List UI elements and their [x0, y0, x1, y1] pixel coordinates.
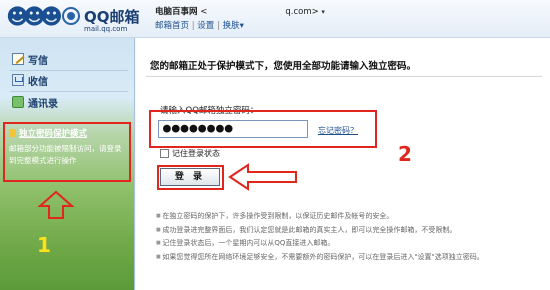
account-name: 电脑百事网	[155, 7, 198, 17]
header-bar: ☻☻☻ QQ邮箱 mail.qq.com 电脑百事网 < q.com> ▾ 邮箱首…	[0, 0, 550, 38]
main-panel: 您的邮箱正处于保护模式下，您使用全部功能请输入独立密码。 请输入QQ邮箱独立密码…	[136, 38, 550, 290]
link-separator: |	[217, 21, 220, 31]
brand-domain: mail.qq.com	[84, 25, 128, 33]
tip-item: 在独立密码的保护下，许多操作受到限制，以保证历史邮件及帐号的安全。	[156, 210, 546, 224]
globe-logo-icon	[62, 7, 80, 25]
link-change-skin[interactable]: 换肤	[223, 21, 240, 31]
account-info: 电脑百事网 < q.com> ▾	[155, 5, 325, 17]
tip-item: 成功登录进完整界面后，我们认定您就是此邮箱的真实主人，即可以完全操作邮箱，不受限…	[156, 224, 546, 238]
contacts-icon	[12, 96, 24, 108]
protect-mode-notice: 独立密码保护模式 邮箱部分功能被限制访问，请登录到完整模式进行操作	[3, 122, 131, 182]
qq-mail-logo[interactable]: ☻☻☻ QQ邮箱 mail.qq.com	[6, 3, 146, 35]
inbox-icon	[12, 74, 24, 86]
brand-name: QQ邮箱	[84, 8, 140, 26]
annotation-number-2: 2	[398, 142, 412, 166]
protect-mode-title: 独立密码保护模式	[19, 129, 88, 139]
top-links: 邮箱首页 | 设置 | 换肤▾	[155, 19, 244, 31]
login-button[interactable]: 登 录	[160, 168, 220, 186]
remember-login-option[interactable]: 记住登录状态	[160, 148, 220, 159]
sidebar-item-inbox[interactable]: 收信	[12, 71, 48, 89]
account-dropdown-icon[interactable]: ▾	[321, 8, 325, 16]
skin-dropdown-icon[interactable]: ▾	[240, 21, 244, 31]
link-settings[interactable]: 设置	[197, 21, 214, 31]
annotation-arrow-left-icon	[228, 163, 297, 191]
annotation-number-1: 1	[37, 233, 51, 257]
page-title: 您的邮箱正处于保护模式下，您使用全部功能请输入独立密码。	[150, 61, 417, 72]
divider	[10, 91, 128, 92]
sidebar-item-label: 收信	[28, 76, 48, 88]
sidebar: 写信 收信 通讯录 独立密码保护模式 邮箱部分功能被限制访问，请登录到完整模式进…	[0, 38, 135, 290]
lock-icon	[9, 129, 16, 137]
link-separator: |	[191, 21, 195, 31]
tips-list: 在独立密码的保护下，许多操作受到限制，以保证历史邮件及帐号的安全。 成功登录进完…	[156, 210, 546, 264]
protect-mode-description: 邮箱部分功能被限制访问，请登录到完整模式进行操作	[9, 144, 122, 165]
sidebar-item-label: 通讯录	[28, 98, 58, 110]
remember-login-checkbox[interactable]	[160, 149, 169, 158]
sidebar-item-label: 写信	[28, 55, 48, 67]
people-logo-icon: ☻☻☻	[6, 5, 63, 30]
annotation-arrow-up-icon	[38, 190, 74, 219]
sidebar-item-contacts[interactable]: 通讯录	[12, 93, 58, 111]
link-mailbox-home[interactable]: 邮箱首页	[155, 21, 189, 31]
compose-icon	[12, 53, 24, 65]
protect-mode-link[interactable]: 独立密码保护模式	[9, 127, 125, 139]
tip-item: 如果您觉得您所在网络环境足够安全，不需要额外的密码保护，可以在登录后进入"设置"…	[156, 251, 546, 265]
sidebar-item-compose[interactable]: 写信	[12, 50, 48, 68]
password-input[interactable]: ●●●●●●●●	[158, 120, 308, 138]
account-email: <	[200, 7, 208, 17]
divider	[146, 76, 542, 77]
tip-item: 记住登录状态后，一个星期内可以从QQ直接进入邮箱。	[156, 237, 546, 251]
account-email-suffix: q.com>	[285, 7, 319, 17]
remember-login-label: 记住登录状态	[172, 149, 220, 158]
forgot-password-link[interactable]: 忘记密码？	[318, 125, 358, 136]
